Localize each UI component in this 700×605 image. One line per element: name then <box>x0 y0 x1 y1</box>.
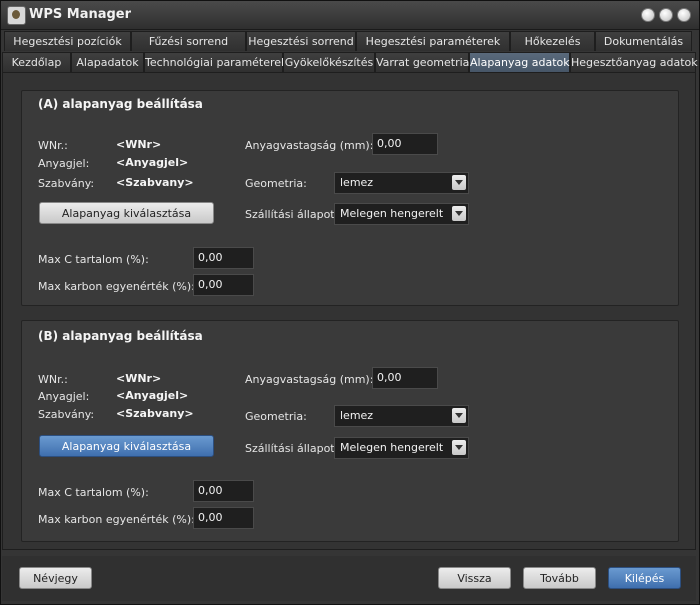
group-b-thickness-field[interactable]: 0,00 <box>372 367 438 389</box>
group-b-thickness-label: Anyagvastagság (mm): <box>245 373 374 386</box>
back-button[interactable]: Vissza <box>438 567 511 589</box>
tab-kezdolap[interactable]: Kezdőlap <box>2 52 71 72</box>
group-b-select-material-button[interactable]: Alapanyag kiválasztása <box>39 435 214 457</box>
tab-hegesztesi-sorrend[interactable]: Hegesztési sorrend <box>246 31 356 51</box>
group-a-maxc-field[interactable]: 0,00 <box>193 247 254 269</box>
group-b-maxc-field[interactable]: 0,00 <box>193 480 254 502</box>
group-b-delivery-value: Melegen hengerelt <box>340 441 444 454</box>
group-a-maxcev-label: Max karbon egyenérték (%): <box>38 280 195 293</box>
group-b-delivery-select[interactable]: Melegen hengerelt <box>334 437 469 459</box>
group-a-geometry-label: Geometria: <box>245 177 307 190</box>
group-b-geometry-select[interactable]: lemez <box>334 405 469 427</box>
chevron-down-icon <box>452 206 466 221</box>
close-icon[interactable] <box>677 8 691 22</box>
chevron-down-icon <box>452 175 466 190</box>
group-b-maxcev-field[interactable]: 0,00 <box>193 507 254 529</box>
tab-hokezeles[interactable]: Hőkezelés <box>510 31 595 51</box>
minimize-icon[interactable] <box>641 8 655 22</box>
group-a-maxc-label: Max C tartalom (%): <box>38 253 149 266</box>
next-button[interactable]: Tovább <box>523 567 596 589</box>
group-a-geometry-select[interactable]: lemez <box>334 172 469 194</box>
group-b-wnr-label: WNr.: <box>38 373 68 386</box>
tab-alapadatok[interactable]: Alapadatok <box>71 52 144 72</box>
tab-gyokelokeszites[interactable]: Gyökelőkészítés <box>283 52 375 72</box>
tab-alapanyag-adatok[interactable]: Alapanyag adatok <box>469 52 570 73</box>
group-b-panel <box>21 320 679 542</box>
window-title: WPS Manager <box>29 7 132 22</box>
tab-row-bottom: Kezdőlap Alapadatok Technológiai paramét… <box>2 52 698 73</box>
group-a-anyagjel-value: <Anyagjel> <box>116 156 189 169</box>
app-logo-icon <box>7 6 26 25</box>
group-b-delivery-label: Szállítási állapot: <box>245 442 339 455</box>
tab-fuzesi-sorrend[interactable]: Fűzési sorrend <box>131 31 246 51</box>
group-a-thickness-label: Anyagvastagság (mm): <box>245 139 374 152</box>
group-a-delivery-select[interactable]: Melegen hengerelt <box>334 203 469 225</box>
group-b-maxcev-label: Max karbon egyenérték (%): <box>38 513 195 526</box>
group-a-delivery-value: Melegen hengerelt <box>340 207 444 220</box>
about-button[interactable]: Névjegy <box>19 567 92 589</box>
maximize-icon[interactable] <box>659 8 673 22</box>
group-a-wnr-value: <WNr> <box>116 138 162 151</box>
group-b-maxc-label: Max C tartalom (%): <box>38 486 149 499</box>
group-a-delivery-label: Szállítási állapot: <box>245 208 339 221</box>
tab-row-top: Hegesztési pozíciók Fűzési sorrend Heges… <box>2 31 696 52</box>
group-a-szabvany-value: <Szabvany> <box>116 176 194 189</box>
group-b-geometry-value: lemez <box>340 409 374 422</box>
group-b-szabvany-label: Szabvány: <box>38 408 95 421</box>
group-a-szabvany-label: Szabvány: <box>38 177 95 190</box>
group-a-panel <box>21 90 679 306</box>
group-a-wnr-label: WNr.: <box>38 139 68 152</box>
group-a-anyagjel-label: Anyagjel: <box>38 157 90 170</box>
tab-hegesztesi-poziciok[interactable]: Hegesztési pozíciók <box>4 31 131 51</box>
tab-dokumentalas[interactable]: Dokumentálás <box>595 31 692 51</box>
tab-hegesztesi-parameterek[interactable]: Hegesztési paraméterek <box>356 31 510 51</box>
group-a-thickness-field[interactable]: 0,00 <box>372 133 438 155</box>
group-a-geometry-value: lemez <box>340 176 374 189</box>
group-b-title: (B) alapanyag beállítása <box>38 329 203 343</box>
chevron-down-icon <box>452 408 466 423</box>
group-b-anyagjel-label: Anyagjel: <box>38 390 90 403</box>
group-b-szabvany-value: <Szabvany> <box>116 407 194 420</box>
group-a-maxcev-field[interactable]: 0,00 <box>193 274 254 296</box>
tab-hegesztoanyag-adatok[interactable]: Hegesztőanyag adatok <box>570 52 698 72</box>
group-b-anyagjel-value: <Anyagjel> <box>116 389 189 402</box>
group-a-title: (A) alapanyag beállítása <box>38 97 203 111</box>
title-bar: WPS Manager <box>1 1 699 30</box>
chevron-down-icon <box>452 440 466 455</box>
tab-varrat-geometria[interactable]: Varrat geometria <box>375 52 469 72</box>
group-b-wnr-value: <WNr> <box>116 372 162 385</box>
group-a-select-material-button[interactable]: Alapanyag kiválasztása <box>39 202 214 224</box>
exit-button[interactable]: Kilépés <box>608 567 681 589</box>
group-b-geometry-label: Geometria: <box>245 410 307 423</box>
tab-technologiai-parameterek[interactable]: Technológiai paraméterek <box>144 52 287 72</box>
